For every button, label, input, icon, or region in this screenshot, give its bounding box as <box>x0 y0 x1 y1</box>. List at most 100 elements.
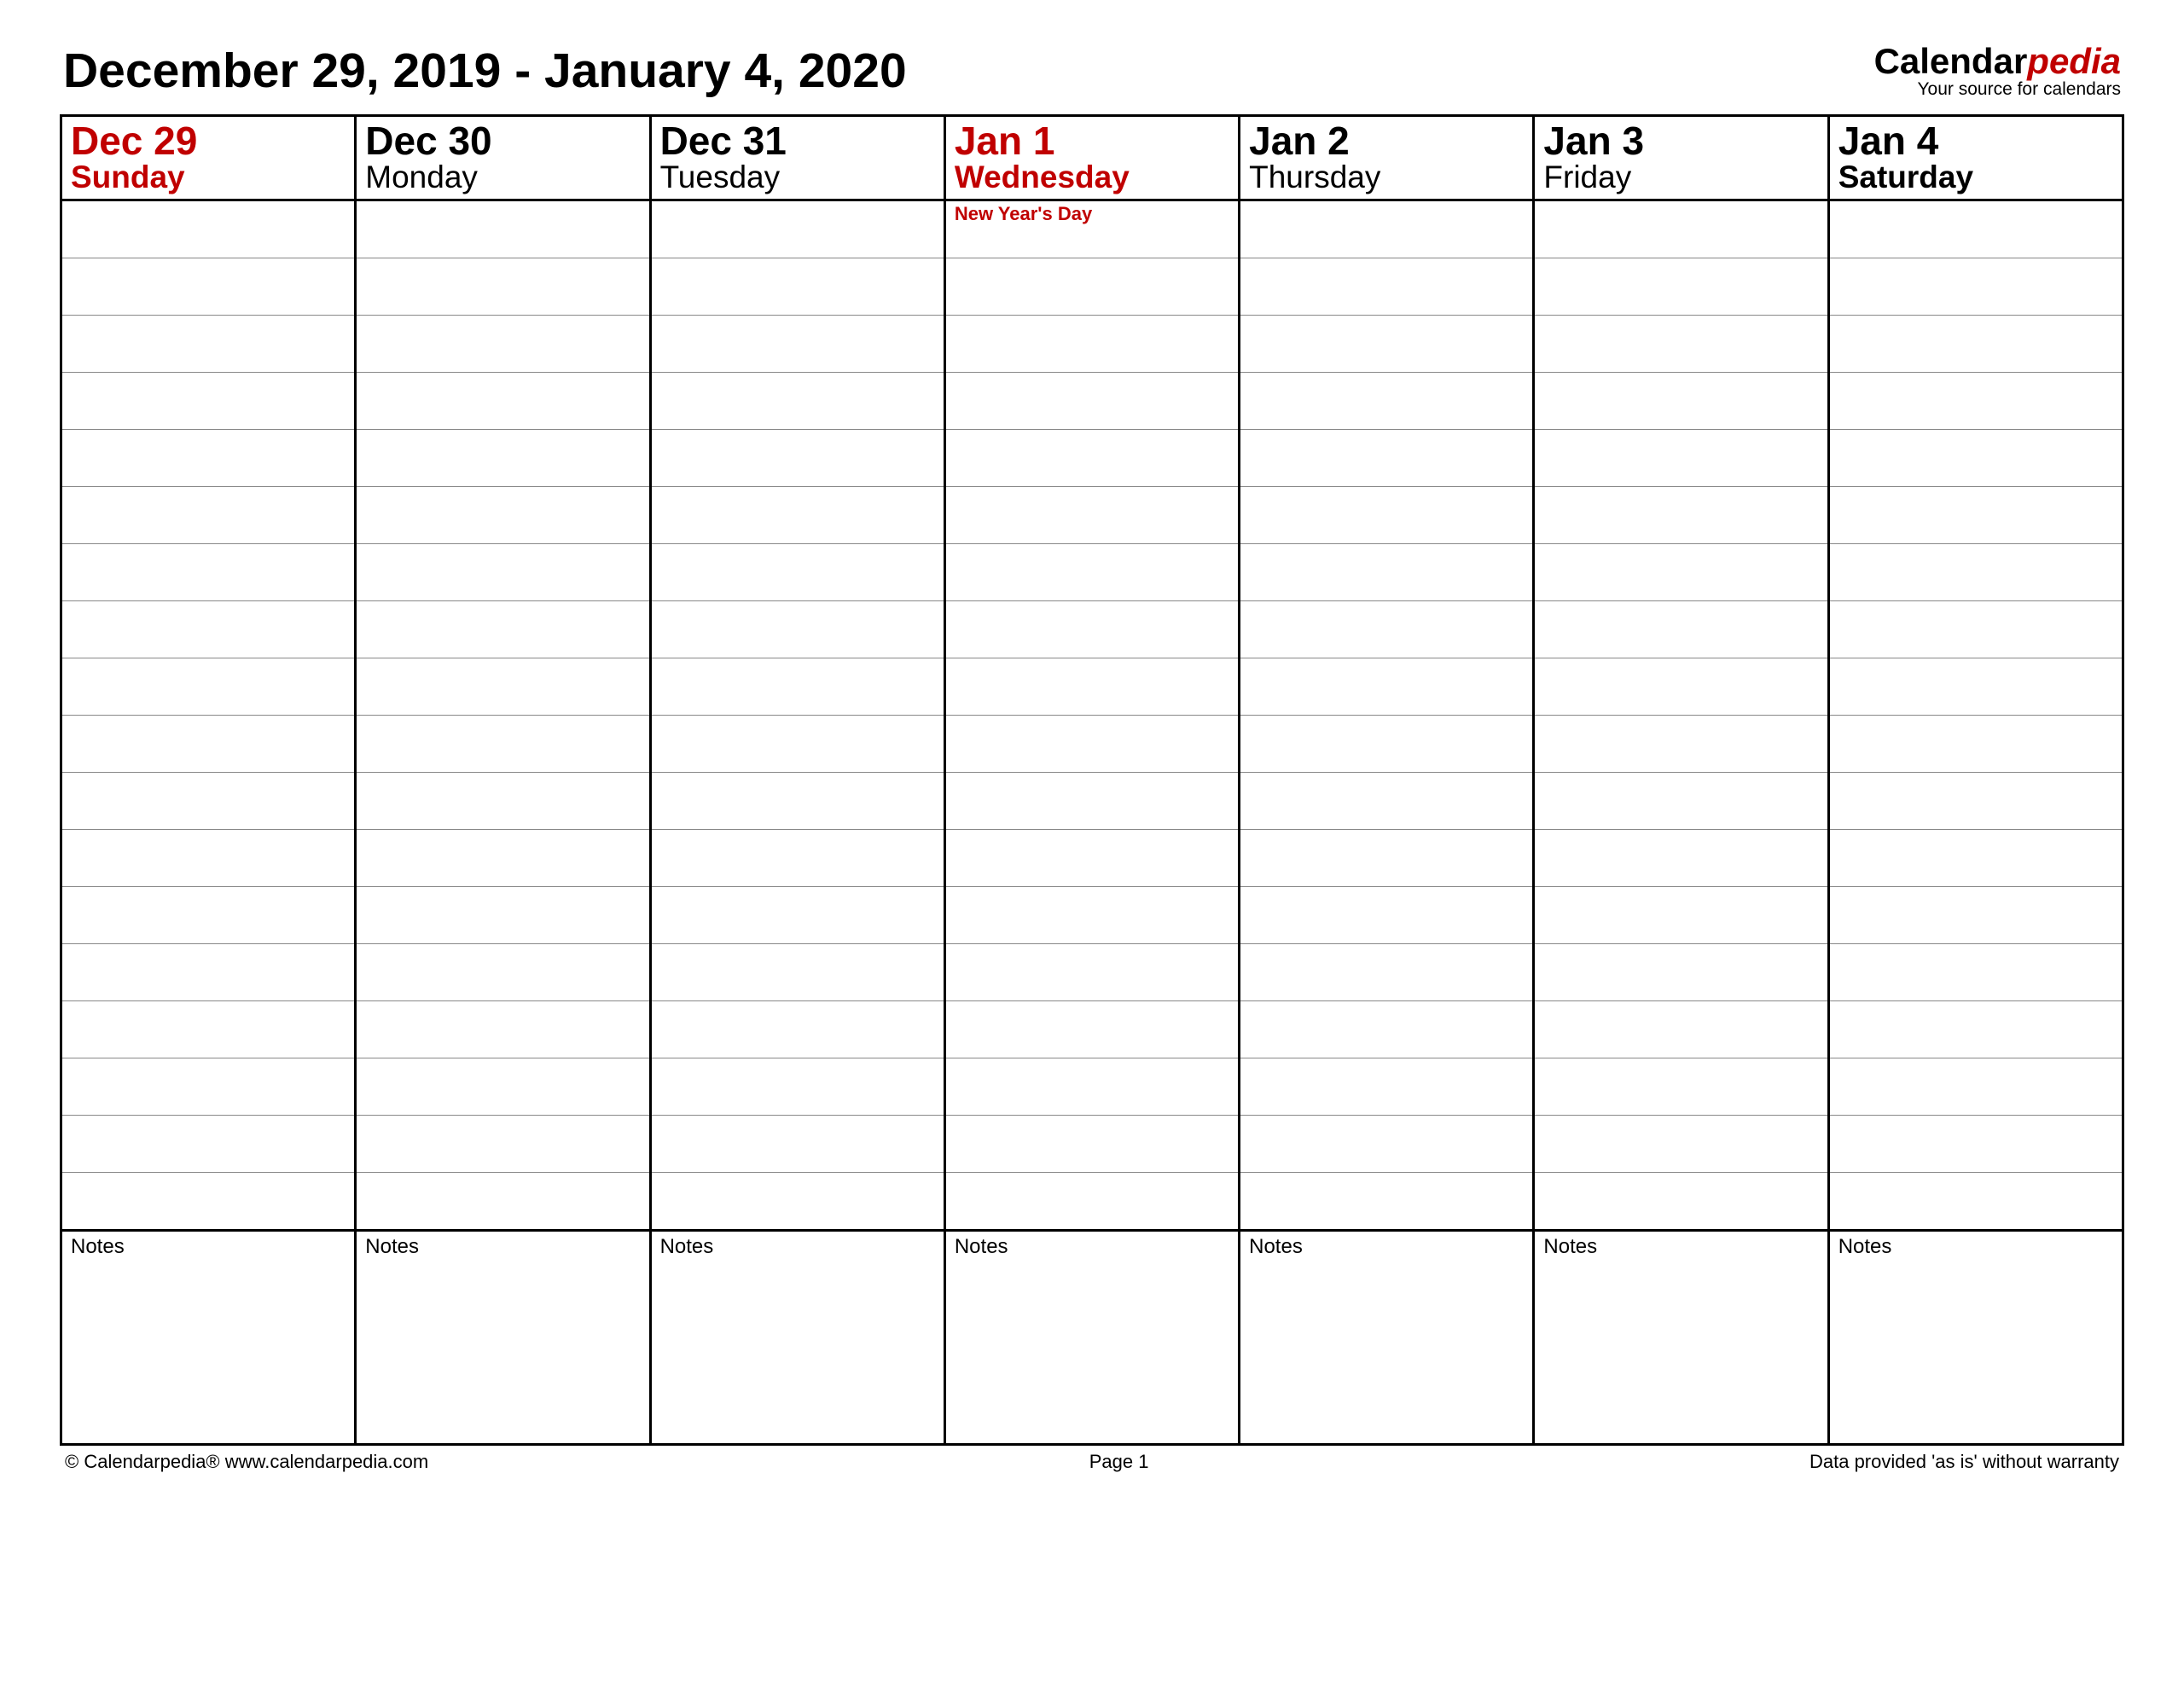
time-slot[interactable] <box>1828 601 2123 658</box>
time-slot[interactable] <box>1240 373 1534 430</box>
time-slot[interactable] <box>1828 487 2123 544</box>
time-slot[interactable] <box>61 258 356 316</box>
time-slot[interactable] <box>61 430 356 487</box>
notes-cell[interactable]: Notes <box>1828 1231 2123 1445</box>
time-slot[interactable] <box>1240 1058 1534 1116</box>
time-slot[interactable] <box>1828 773 2123 830</box>
time-slot[interactable] <box>1534 658 1828 716</box>
notes-cell[interactable]: Notes <box>356 1231 650 1445</box>
time-slot[interactable] <box>650 430 944 487</box>
time-slot[interactable] <box>944 544 1239 601</box>
time-slot[interactable] <box>356 1001 650 1058</box>
time-slot[interactable] <box>944 1058 1239 1116</box>
time-slot[interactable] <box>1828 1001 2123 1058</box>
time-slot[interactable] <box>356 887 650 944</box>
notes-cell[interactable]: Notes <box>650 1231 944 1445</box>
time-slot[interactable] <box>1534 373 1828 430</box>
time-slot[interactable] <box>61 1116 356 1173</box>
time-slot[interactable] <box>1240 658 1534 716</box>
time-slot[interactable] <box>944 373 1239 430</box>
time-slot[interactable] <box>1828 830 2123 887</box>
time-slot[interactable] <box>1534 316 1828 373</box>
time-slot[interactable] <box>1828 258 2123 316</box>
time-slot[interactable] <box>1240 944 1534 1001</box>
time-slot[interactable] <box>1828 1058 2123 1116</box>
notes-cell[interactable]: Notes <box>61 1231 356 1445</box>
time-slot[interactable] <box>1828 1173 2123 1231</box>
time-slot[interactable] <box>1240 601 1534 658</box>
time-slot[interactable] <box>61 601 356 658</box>
time-slot[interactable] <box>650 716 944 773</box>
time-slot[interactable] <box>944 430 1239 487</box>
time-slot[interactable] <box>944 830 1239 887</box>
time-slot[interactable] <box>650 1058 944 1116</box>
time-slot[interactable] <box>650 601 944 658</box>
time-slot[interactable] <box>356 373 650 430</box>
time-slot[interactable] <box>944 487 1239 544</box>
time-slot[interactable] <box>356 716 650 773</box>
time-slot[interactable] <box>356 773 650 830</box>
time-slot[interactable] <box>1534 944 1828 1001</box>
time-slot[interactable] <box>356 1058 650 1116</box>
time-slot[interactable] <box>61 1001 356 1058</box>
time-slot[interactable] <box>1828 1116 2123 1173</box>
time-slot[interactable] <box>356 316 650 373</box>
time-slot[interactable] <box>61 944 356 1001</box>
time-slot[interactable] <box>650 1173 944 1231</box>
time-slot[interactable] <box>61 373 356 430</box>
time-slot[interactable] <box>1828 430 2123 487</box>
time-slot[interactable] <box>1534 1173 1828 1231</box>
time-slot[interactable] <box>61 658 356 716</box>
time-slot[interactable] <box>944 1001 1239 1058</box>
time-slot[interactable] <box>356 430 650 487</box>
time-slot[interactable] <box>356 258 650 316</box>
time-slot[interactable] <box>356 830 650 887</box>
time-slot[interactable] <box>1534 1058 1828 1116</box>
time-slot[interactable] <box>61 487 356 544</box>
time-slot[interactable] <box>1828 658 2123 716</box>
time-slot[interactable] <box>650 258 944 316</box>
time-slot[interactable] <box>1240 544 1534 601</box>
time-slot[interactable] <box>944 716 1239 773</box>
time-slot[interactable] <box>1240 430 1534 487</box>
time-slot[interactable] <box>1828 373 2123 430</box>
time-slot[interactable] <box>1240 1001 1534 1058</box>
time-slot[interactable] <box>944 316 1239 373</box>
time-slot[interactable] <box>650 944 944 1001</box>
notes-cell[interactable]: Notes <box>1240 1231 1534 1445</box>
time-slot[interactable] <box>1240 258 1534 316</box>
time-slot[interactable] <box>650 373 944 430</box>
time-slot[interactable] <box>1240 887 1534 944</box>
time-slot[interactable]: New Year's Day <box>944 200 1239 258</box>
time-slot[interactable] <box>1534 544 1828 601</box>
time-slot[interactable] <box>650 830 944 887</box>
time-slot[interactable] <box>650 658 944 716</box>
time-slot[interactable] <box>1534 830 1828 887</box>
time-slot[interactable] <box>650 544 944 601</box>
time-slot[interactable] <box>1534 487 1828 544</box>
time-slot[interactable] <box>944 258 1239 316</box>
time-slot[interactable] <box>61 1173 356 1231</box>
notes-cell[interactable]: Notes <box>1534 1231 1828 1445</box>
time-slot[interactable] <box>1240 1116 1534 1173</box>
time-slot[interactable] <box>356 200 650 258</box>
time-slot[interactable] <box>61 1058 356 1116</box>
time-slot[interactable] <box>61 316 356 373</box>
time-slot[interactable] <box>1828 200 2123 258</box>
notes-cell[interactable]: Notes <box>944 1231 1239 1445</box>
time-slot[interactable] <box>1534 1116 1828 1173</box>
time-slot[interactable] <box>650 1116 944 1173</box>
time-slot[interactable] <box>1828 316 2123 373</box>
time-slot[interactable] <box>1828 716 2123 773</box>
time-slot[interactable] <box>61 887 356 944</box>
time-slot[interactable] <box>356 944 650 1001</box>
time-slot[interactable] <box>61 200 356 258</box>
time-slot[interactable] <box>1534 200 1828 258</box>
time-slot[interactable] <box>1534 258 1828 316</box>
time-slot[interactable] <box>1240 316 1534 373</box>
time-slot[interactable] <box>356 1173 650 1231</box>
time-slot[interactable] <box>1240 830 1534 887</box>
time-slot[interactable] <box>944 1116 1239 1173</box>
time-slot[interactable] <box>944 658 1239 716</box>
time-slot[interactable] <box>61 830 356 887</box>
